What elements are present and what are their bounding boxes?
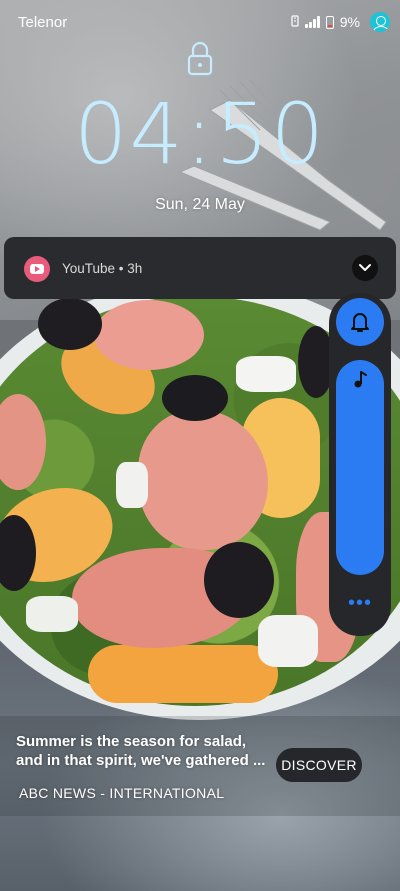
expand-notification-button[interactable] [352, 255, 378, 281]
prosciutto [94, 300, 204, 370]
feta-cheese [116, 462, 148, 508]
discover-button[interactable]: DISCOVER [276, 748, 362, 782]
status-bar: Telenor 9% [0, 0, 400, 44]
status-icons: 9% [291, 11, 390, 33]
signal-icon [305, 16, 320, 28]
bell-icon [351, 313, 369, 332]
blackberry [204, 542, 274, 618]
account-icon[interactable] [370, 12, 390, 32]
feta-cheese [26, 596, 78, 632]
ringer-mode-button[interactable] [336, 298, 384, 346]
data-saver-icon [291, 14, 299, 30]
youtube-icon [24, 256, 50, 282]
news-headline[interactable]: Summer is the season for salad, and in t… [16, 732, 266, 770]
media-volume-slider[interactable] [336, 360, 384, 575]
lock-screen-clock: 04:50 [73, 85, 327, 183]
blackberry [38, 298, 102, 350]
volume-panel: ••• [329, 293, 391, 636]
lock-icon[interactable] [187, 40, 213, 76]
carrier-name: Telenor [18, 14, 68, 31]
notification-app-meta: YouTube • 3h [62, 261, 143, 276]
lock-screen-date: Sun, 24 May [155, 196, 245, 213]
youtube-notification[interactable]: YouTube • 3h [4, 237, 396, 299]
peach-slice [88, 645, 278, 703]
prosciutto [138, 410, 268, 550]
battery-low-icon [325, 15, 334, 29]
chevron-down-icon [359, 264, 371, 271]
feta-cheese [236, 356, 296, 392]
feta-cheese [258, 615, 318, 667]
music-note-icon [354, 371, 367, 388]
battery-percent: 9% [339, 14, 360, 30]
blackberry [162, 375, 228, 421]
news-source: ABC NEWS - INTERNATIONAL [19, 785, 225, 801]
more-horizontal-icon[interactable]: ••• [329, 593, 391, 613]
news-card[interactable]: Summer is the season for salad, and in t… [0, 716, 400, 816]
